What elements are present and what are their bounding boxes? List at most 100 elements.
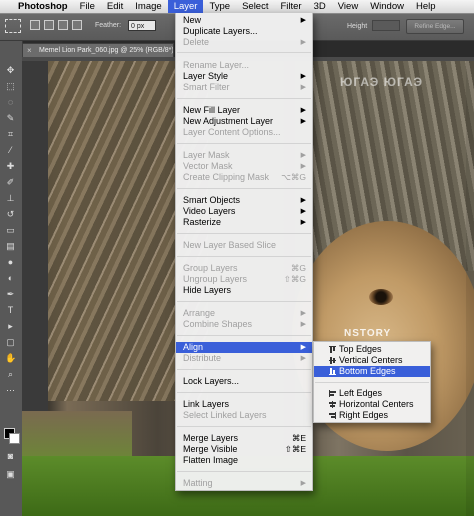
align-bottom-edges-icon (329, 368, 336, 375)
zoom-tool-icon[interactable]: ⌕ (5, 369, 16, 380)
menu-item-group-layers: Group Layers ⌘G (183, 263, 306, 273)
submenu-arrow-icon: ▶ (300, 321, 306, 328)
menu-item-flatten-image[interactable]: Flatten Image (176, 455, 312, 466)
menu-item-merge-visible[interactable]: Merge Visible ⇧⌘E (176, 444, 312, 455)
menu-item-select-linked-layers: Select Linked Layers (183, 410, 267, 420)
close-icon[interactable]: × (27, 44, 32, 57)
menu-item-vector-mask: Vector Mask ▶ (183, 161, 306, 171)
background-color-swatch[interactable] (9, 433, 20, 444)
document-tab-title: Memel Lion Park_060.jpg @ 25% (RGB/8*) (39, 47, 174, 54)
quick-mask-icon[interactable]: ◙ (5, 451, 16, 462)
menu-bar: Photoshop File Edit Image Layer Type Sel… (0, 0, 474, 14)
menu-item-new-layer-based-slice: New Layer Based Slice (183, 240, 277, 250)
eraser-tool-icon[interactable]: ▭ (5, 225, 16, 236)
submenu-arrow-icon: ▶ (300, 17, 306, 24)
menu-layer[interactable]: Layer (167, 0, 204, 13)
path-selection-tool-icon[interactable]: ▸ (5, 321, 16, 332)
menu-item-layer-style[interactable]: Layer Style ▶ (176, 71, 312, 82)
menu-item-ungroup-layers: Ungroup Layers ⇧⌘G (183, 274, 306, 284)
submenu-arrow-icon: ▶ (300, 73, 306, 80)
submenu-arrow-icon: ▶ (300, 197, 306, 204)
refine-edge-button[interactable]: Refine Edge... (406, 19, 464, 34)
watermark-text: ЮГАЭ ЮГАЭ (340, 75, 423, 89)
dodge-tool-icon[interactable]: ◐ (5, 273, 16, 284)
menu-item-new[interactable]: New ▶ (176, 15, 312, 26)
align-right-edges-icon (329, 412, 336, 419)
menu-item-merge-layers[interactable]: Merge Layers ⌘E (176, 433, 312, 444)
clone-stamp-tool-icon[interactable]: ⊥ (5, 193, 16, 204)
align-top-edges-icon (329, 346, 336, 353)
menu-filter[interactable]: Filter (274, 0, 307, 13)
submenu-item-bottom-edges[interactable]: Bottom Edges (314, 366, 430, 377)
intersect-selection-icon[interactable] (72, 20, 82, 30)
menu-item-smart-objects[interactable]: Smart Objects ▶ (176, 195, 312, 206)
screen-mode-icon[interactable]: ▣ (5, 469, 16, 480)
eyedropper-tool-icon[interactable]: ⁄ (5, 145, 16, 156)
menu-item-video-layers[interactable]: Video Layers ▶ (176, 206, 312, 217)
menu-3d[interactable]: 3D (308, 0, 332, 13)
menu-separator (177, 426, 311, 427)
blur-tool-icon[interactable]: ● (5, 257, 16, 268)
scrollbar[interactable] (466, 61, 474, 516)
align-horizontal-centers-icon (329, 401, 336, 408)
menu-item-hide-layers[interactable]: Hide Layers (176, 285, 312, 296)
new-selection-icon[interactable] (30, 20, 40, 30)
add-to-selection-icon[interactable] (44, 20, 54, 30)
rectangle-tool-icon[interactable]: ▢ (5, 337, 16, 348)
gradient-tool-icon[interactable]: ▤ (5, 241, 16, 252)
menu-file[interactable]: File (74, 0, 101, 13)
menu-window[interactable]: Window (364, 0, 410, 13)
quick-select-tool-icon[interactable]: ✎ (5, 113, 16, 124)
submenu-arrow-icon: ▶ (300, 208, 306, 215)
menu-view[interactable]: View (332, 0, 364, 13)
menu-separator (177, 369, 311, 370)
submenu-item-top-edges[interactable]: Top Edges (314, 344, 430, 355)
feather-input[interactable]: 0 px (128, 20, 156, 31)
menu-item-new-adjustment-layer[interactable]: New Adjustment Layer ▶ (176, 116, 312, 127)
menu-item-combine-shapes: Combine Shapes ▶ (183, 319, 306, 329)
menu-item-link-layers[interactable]: Link Layers (176, 399, 312, 410)
submenu-item-right-edges[interactable]: Right Edges (314, 410, 430, 421)
submenu-arrow-icon: ▶ (300, 118, 306, 125)
submenu-item-vertical-centers[interactable]: Vertical Centers (314, 355, 430, 366)
menu-help[interactable]: Help (410, 0, 442, 13)
marquee-tool-preset-icon[interactable] (5, 19, 21, 33)
menu-item-new-fill-layer[interactable]: New Fill Layer ▶ (176, 105, 312, 116)
move-tool-icon[interactable]: ✥ (5, 65, 16, 76)
type-tool-icon[interactable]: T (5, 305, 16, 316)
brush-tool-icon[interactable]: ✐ (5, 177, 16, 188)
hand-tool-icon[interactable]: ✋ (5, 353, 16, 364)
menu-item-rasterize[interactable]: Rasterize ▶ (176, 217, 312, 228)
menu-type[interactable]: Type (203, 0, 236, 13)
crop-tool-icon[interactable]: ⌗ (5, 129, 16, 140)
menu-app-photoshop[interactable]: Photoshop (16, 0, 74, 13)
submenu-item-left-edges[interactable]: Left Edges (314, 388, 430, 399)
ellipsis-icon[interactable]: ⋯ (5, 385, 16, 396)
menu-select[interactable]: Select (236, 0, 274, 13)
menu-item-lock-layers[interactable]: Lock Layers... (176, 376, 312, 387)
menu-separator (315, 382, 429, 383)
menu-item-smart-filter: Smart Filter ▶ (183, 82, 306, 92)
history-brush-tool-icon[interactable]: ↺ (5, 209, 16, 220)
healing-brush-tool-icon[interactable]: ✚ (5, 161, 16, 172)
submenu-arrow-icon: ▶ (300, 84, 306, 91)
menu-item-align[interactable]: Align ▶ (176, 342, 312, 353)
document-tab[interactable]: × Memel Lion Park_060.jpg @ 25% (RGB/8*) (22, 43, 174, 57)
pen-tool-icon[interactable]: ✒ (5, 289, 16, 300)
menu-separator (177, 52, 311, 53)
feather-label: Feather: (95, 22, 122, 29)
marquee-tool-icon[interactable]: ⬚ (5, 81, 16, 92)
menu-edit[interactable]: Edit (101, 0, 129, 13)
menu-item-duplicate-layers[interactable]: Duplicate Layers... (176, 26, 312, 37)
submenu-arrow-icon: ▶ (300, 344, 306, 351)
menu-separator (177, 301, 311, 302)
menu-separator (177, 335, 311, 336)
menu-separator (177, 188, 311, 189)
align-vertical-centers-icon (329, 357, 336, 364)
height-input[interactable] (372, 20, 400, 31)
align-submenu: Top Edges Vertical Centers Bottom Edges … (313, 341, 431, 423)
menu-image[interactable]: Image (129, 0, 167, 13)
lasso-tool-icon[interactable]: ◌ (5, 97, 16, 108)
submenu-item-horizontal-centers[interactable]: Horizontal Centers (314, 399, 430, 410)
subtract-selection-icon[interactable] (58, 20, 68, 30)
